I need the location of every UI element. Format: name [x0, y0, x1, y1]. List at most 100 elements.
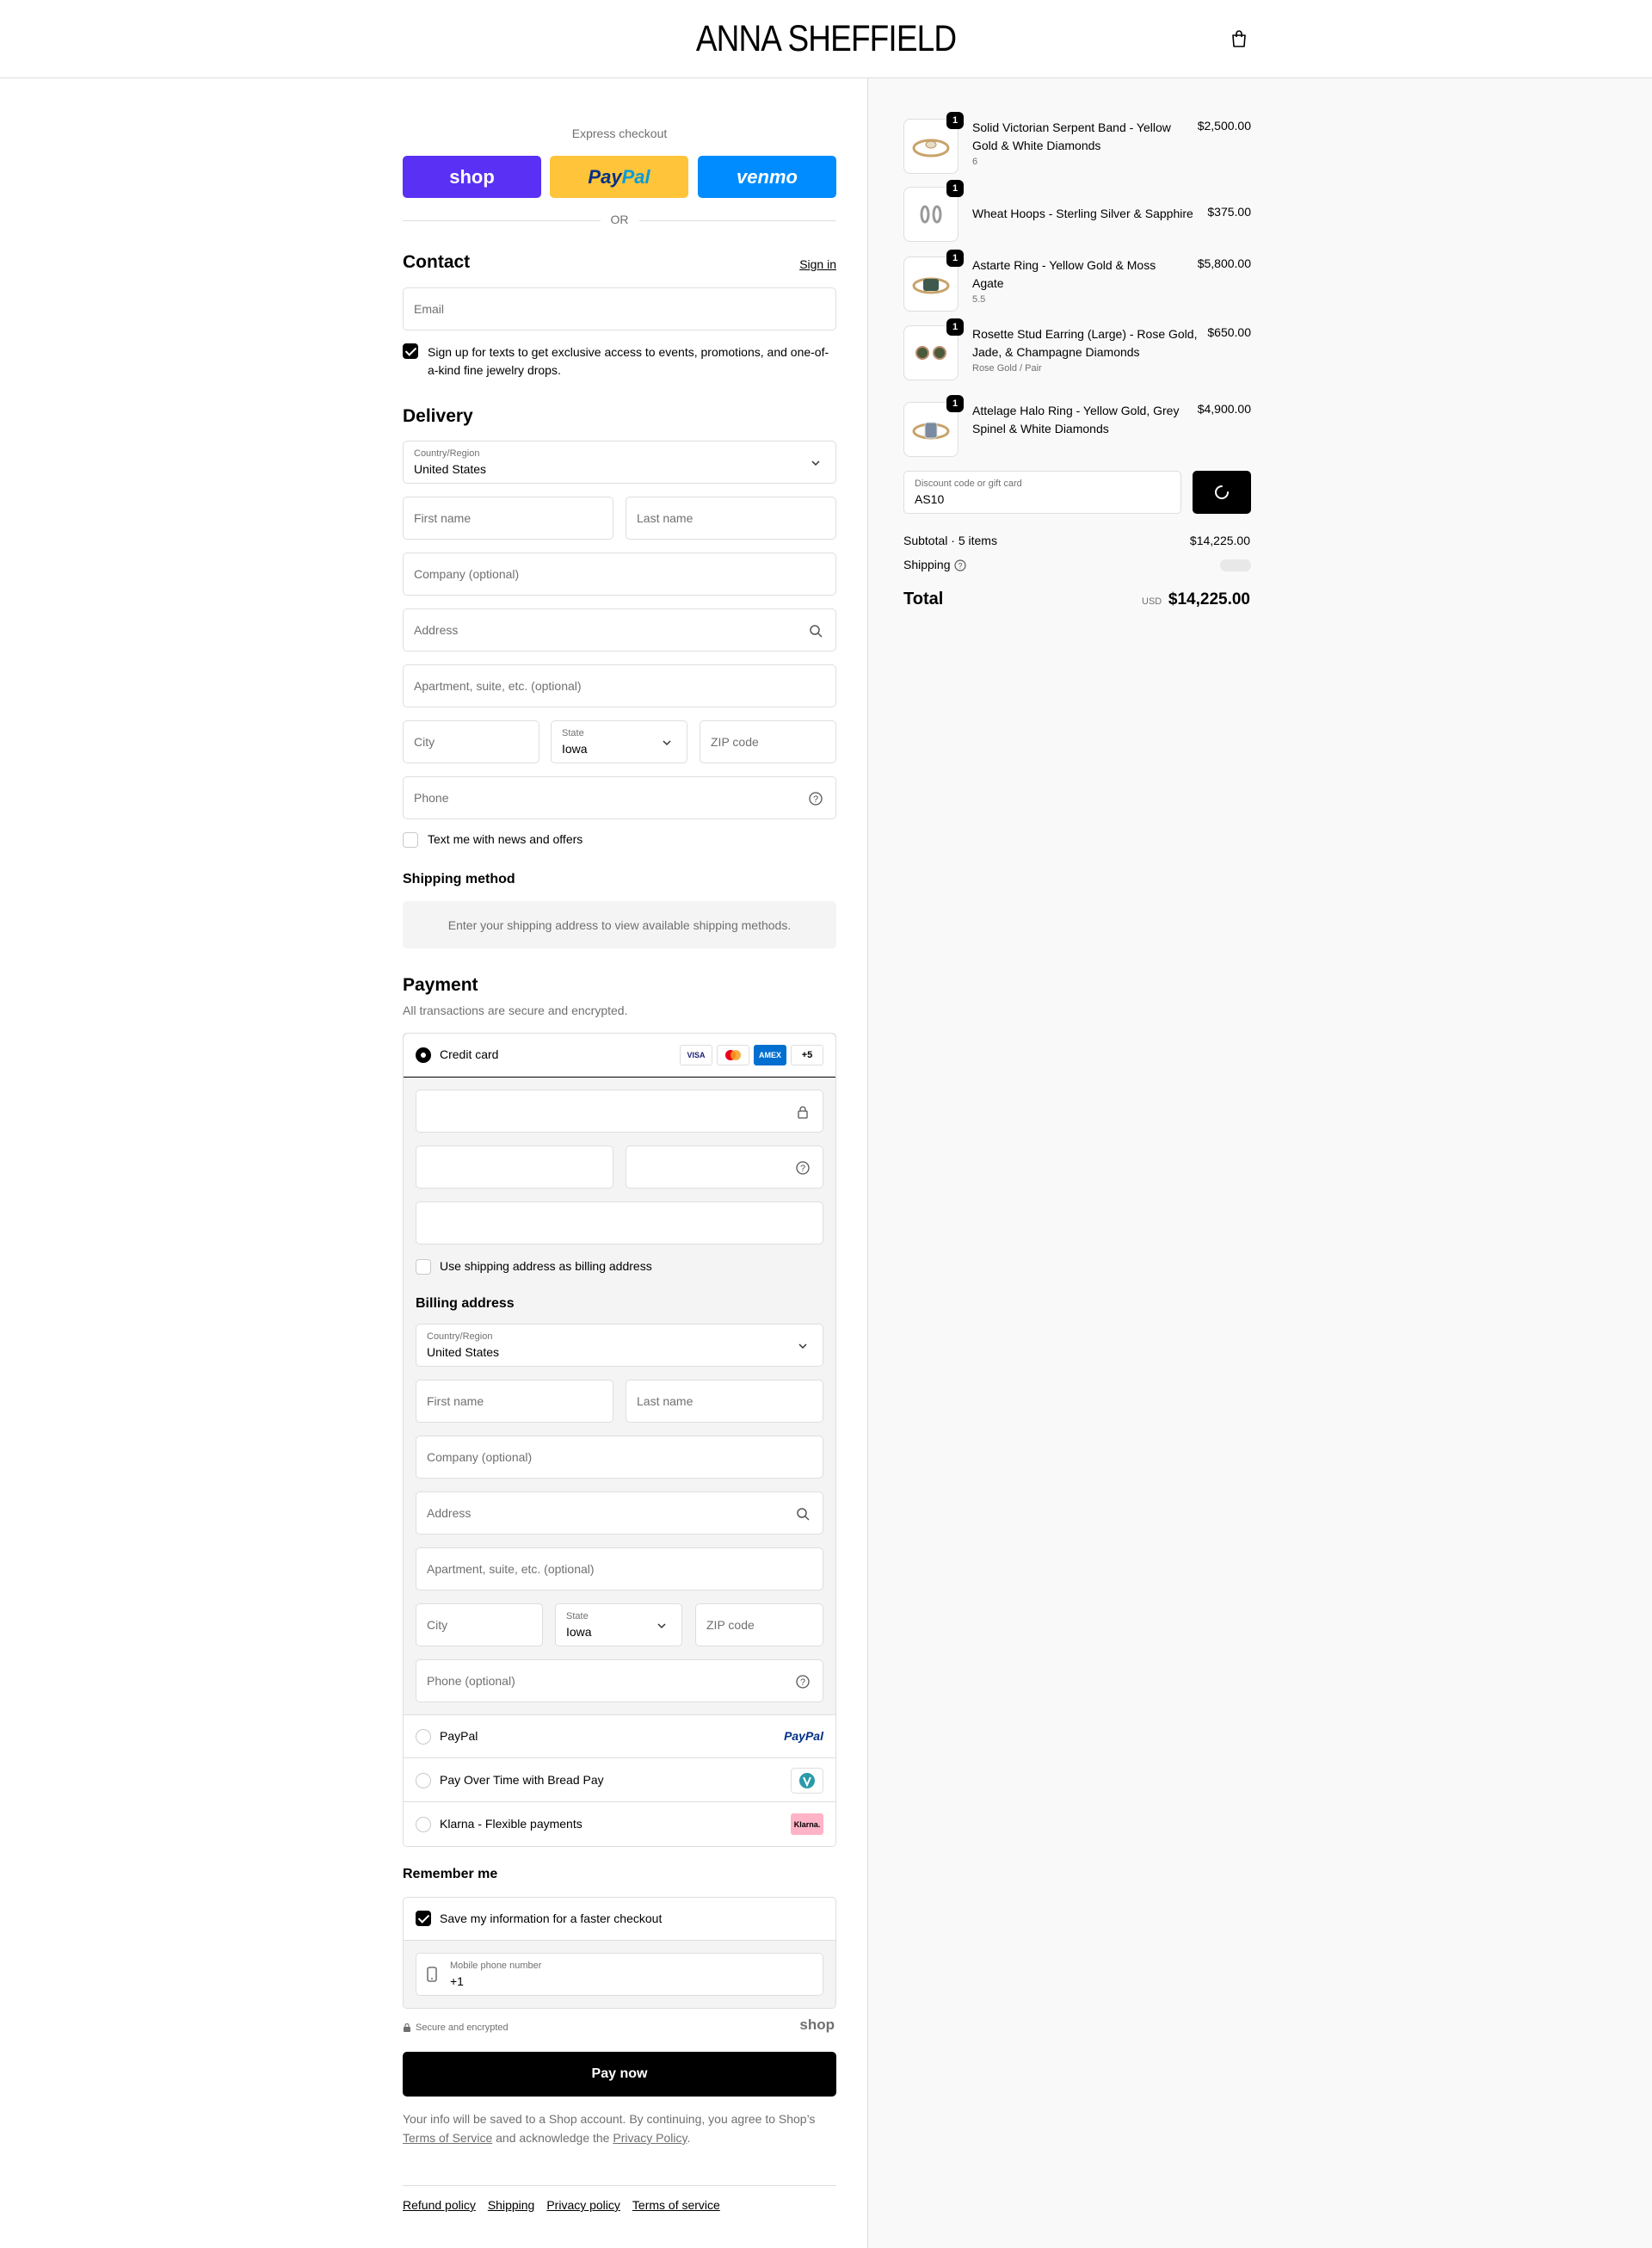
apply-discount-button[interactable] [1193, 471, 1251, 514]
terms-of-service-footer-link[interactable]: Terms of service [632, 2198, 720, 2212]
billing-city-field[interactable]: City [416, 1603, 543, 1646]
email-field[interactable]: Email [403, 287, 836, 330]
site-header: ANNA SHEFFIELD [0, 0, 1652, 78]
refund-policy-link[interactable]: Refund policy [403, 2198, 476, 2212]
billing-last-name-field[interactable]: Last name [626, 1380, 823, 1423]
shop-pay-button[interactable]: shop [403, 156, 541, 198]
paypal-option[interactable]: PayPal PayPal [404, 1715, 835, 1758]
paypal-express-button[interactable]: Pay Pal [550, 156, 688, 198]
country-value: United States [414, 462, 487, 476]
billing-first-name-placeholder: First name [427, 1394, 484, 1408]
billing-state-select[interactable]: State Iowa [555, 1603, 682, 1646]
item-price: $4,900.00 [1197, 402, 1251, 416]
payment-subtitle: All transactions are secure and encrypte… [403, 1004, 628, 1017]
legal-text-end: . [687, 2131, 691, 2145]
venmo-logo: venmo [737, 165, 798, 188]
svg-text:?: ? [813, 794, 818, 805]
address-field[interactable]: Address [403, 608, 836, 652]
save-info-checkbox[interactable] [416, 1911, 431, 1926]
privacy-policy-link[interactable]: Privacy Policy [613, 2131, 687, 2145]
sms-optin-checkbox[interactable] [403, 343, 418, 359]
currency-code: USD [1142, 596, 1162, 607]
klarna-option[interactable]: Klarna - Flexible payments Klarna. [404, 1803, 835, 1846]
brand-logo[interactable]: ANNA SHEFFIELD [115, 15, 1536, 62]
zip-field[interactable]: ZIP code [700, 720, 836, 763]
help-circle-icon[interactable]: ? [954, 559, 966, 571]
help-circle-icon[interactable]: ? [795, 1674, 811, 1689]
discount-code-input[interactable]: Discount code or gift card AS10 [903, 471, 1181, 514]
privacy-policy-footer-link[interactable]: Privacy policy [546, 2198, 620, 2212]
shipping-method-heading: Shipping method [403, 872, 515, 886]
pay-now-button[interactable]: Pay now [403, 2052, 836, 2097]
shop-logo: shop [799, 2016, 835, 2033]
billing-company-field[interactable]: Company (optional) [416, 1436, 823, 1479]
quantity-badge: 1 [946, 180, 964, 197]
mobile-phone-field[interactable]: Mobile phone number +1 [416, 1953, 823, 1996]
mobile-phone-label: Mobile phone number [450, 1961, 542, 1971]
klarna-radio[interactable] [416, 1817, 431, 1832]
billing-address-field[interactable]: Address [416, 1491, 823, 1535]
name-on-card-field[interactable] [416, 1201, 823, 1244]
cart-item: 1 Attelage Halo Ring - Yellow Gold, Grey… [903, 395, 1251, 459]
card-number-field[interactable] [416, 1090, 823, 1133]
billing-first-name-field[interactable]: First name [416, 1380, 613, 1423]
shopping-bag-icon[interactable] [1230, 29, 1248, 48]
mastercard-icon [717, 1045, 749, 1065]
use-shipping-address-checkbox[interactable] [416, 1259, 431, 1275]
item-variant: Rose Gold / Pair [972, 363, 1042, 374]
cart-item: 1 Wheat Hoops - Sterling Silver & Sapphi… [903, 180, 1251, 244]
credit-card-option[interactable]: Credit card VISA AMEX +5 [404, 1034, 835, 1078]
search-icon [797, 1508, 810, 1521]
quantity-badge: 1 [946, 250, 964, 267]
credit-card-radio[interactable] [416, 1047, 431, 1063]
item-variant: 6 [972, 157, 978, 167]
last-name-field[interactable]: Last name [626, 497, 836, 540]
last-name-placeholder: Last name [637, 511, 693, 525]
billing-phone-field[interactable]: Phone (optional) ? [416, 1659, 823, 1702]
delivery-heading: Delivery [403, 406, 473, 426]
apartment-field[interactable]: Apartment, suite, etc. (optional) [403, 664, 836, 707]
shop-account-notice: Your info will be saved to a Shop accoun… [403, 2109, 836, 2147]
chevron-down-icon [657, 1623, 666, 1629]
billing-apartment-field[interactable]: Apartment, suite, etc. (optional) [416, 1547, 823, 1590]
shipping-link[interactable]: Shipping [488, 2198, 535, 2212]
chevron-down-icon [663, 740, 671, 746]
or-divider: OR [403, 213, 836, 226]
state-select[interactable]: State Iowa [551, 720, 687, 763]
billing-country-select[interactable]: Country/Region United States [416, 1324, 823, 1367]
discount-code-value: AS10 [915, 492, 945, 506]
help-circle-icon[interactable]: ? [795, 1160, 811, 1176]
help-circle-icon[interactable]: ? [808, 791, 823, 806]
item-name: Wheat Hoops - Sterling Silver & Sapphire [972, 207, 1193, 220]
subtotal-label: Subtotal · 5 items [903, 534, 997, 547]
secure-encrypted-label: Secure and encrypted [416, 2023, 509, 2033]
country-select[interactable]: Country/Region United States [403, 441, 836, 484]
item-price: $5,800.00 [1197, 256, 1251, 270]
bread-pay-option[interactable]: Pay Over Time with Bread Pay [404, 1759, 835, 1802]
shipping-loading-placeholder [1220, 559, 1251, 571]
terms-of-service-link[interactable]: Terms of Service [403, 2131, 492, 2145]
bread-pay-icon [791, 1768, 823, 1794]
quantity-badge: 1 [946, 112, 964, 129]
amex-label: AMEX [758, 1051, 781, 1059]
company-field[interactable]: Company (optional) [403, 553, 836, 596]
item-price: $650.00 [1207, 325, 1251, 339]
first-name-field[interactable]: First name [403, 497, 613, 540]
mobile-phone-icon [427, 1967, 437, 1982]
billing-zip-field[interactable]: ZIP code [695, 1603, 823, 1646]
city-placeholder: City [414, 735, 435, 749]
phone-field[interactable]: Phone ? [403, 776, 836, 819]
security-code-field[interactable]: ? [626, 1146, 823, 1189]
billing-apartment-placeholder: Apartment, suite, etc. (optional) [427, 1562, 595, 1576]
chevron-down-icon [798, 1343, 807, 1349]
paypal-radio[interactable] [416, 1729, 431, 1745]
news-optin-label: Text me with news and offers [428, 832, 583, 846]
billing-country-label: Country/Region [427, 1331, 493, 1342]
city-field[interactable]: City [403, 720, 539, 763]
sign-in-link[interactable]: Sign in [799, 257, 836, 271]
venmo-button[interactable]: venmo [698, 156, 836, 198]
news-optin-checkbox[interactable] [403, 832, 418, 848]
bread-pay-radio[interactable] [416, 1773, 431, 1788]
expiration-date-field[interactable] [416, 1146, 613, 1189]
item-name: Rosette Stud Earring (Large) - Rose Gold… [972, 327, 1198, 359]
